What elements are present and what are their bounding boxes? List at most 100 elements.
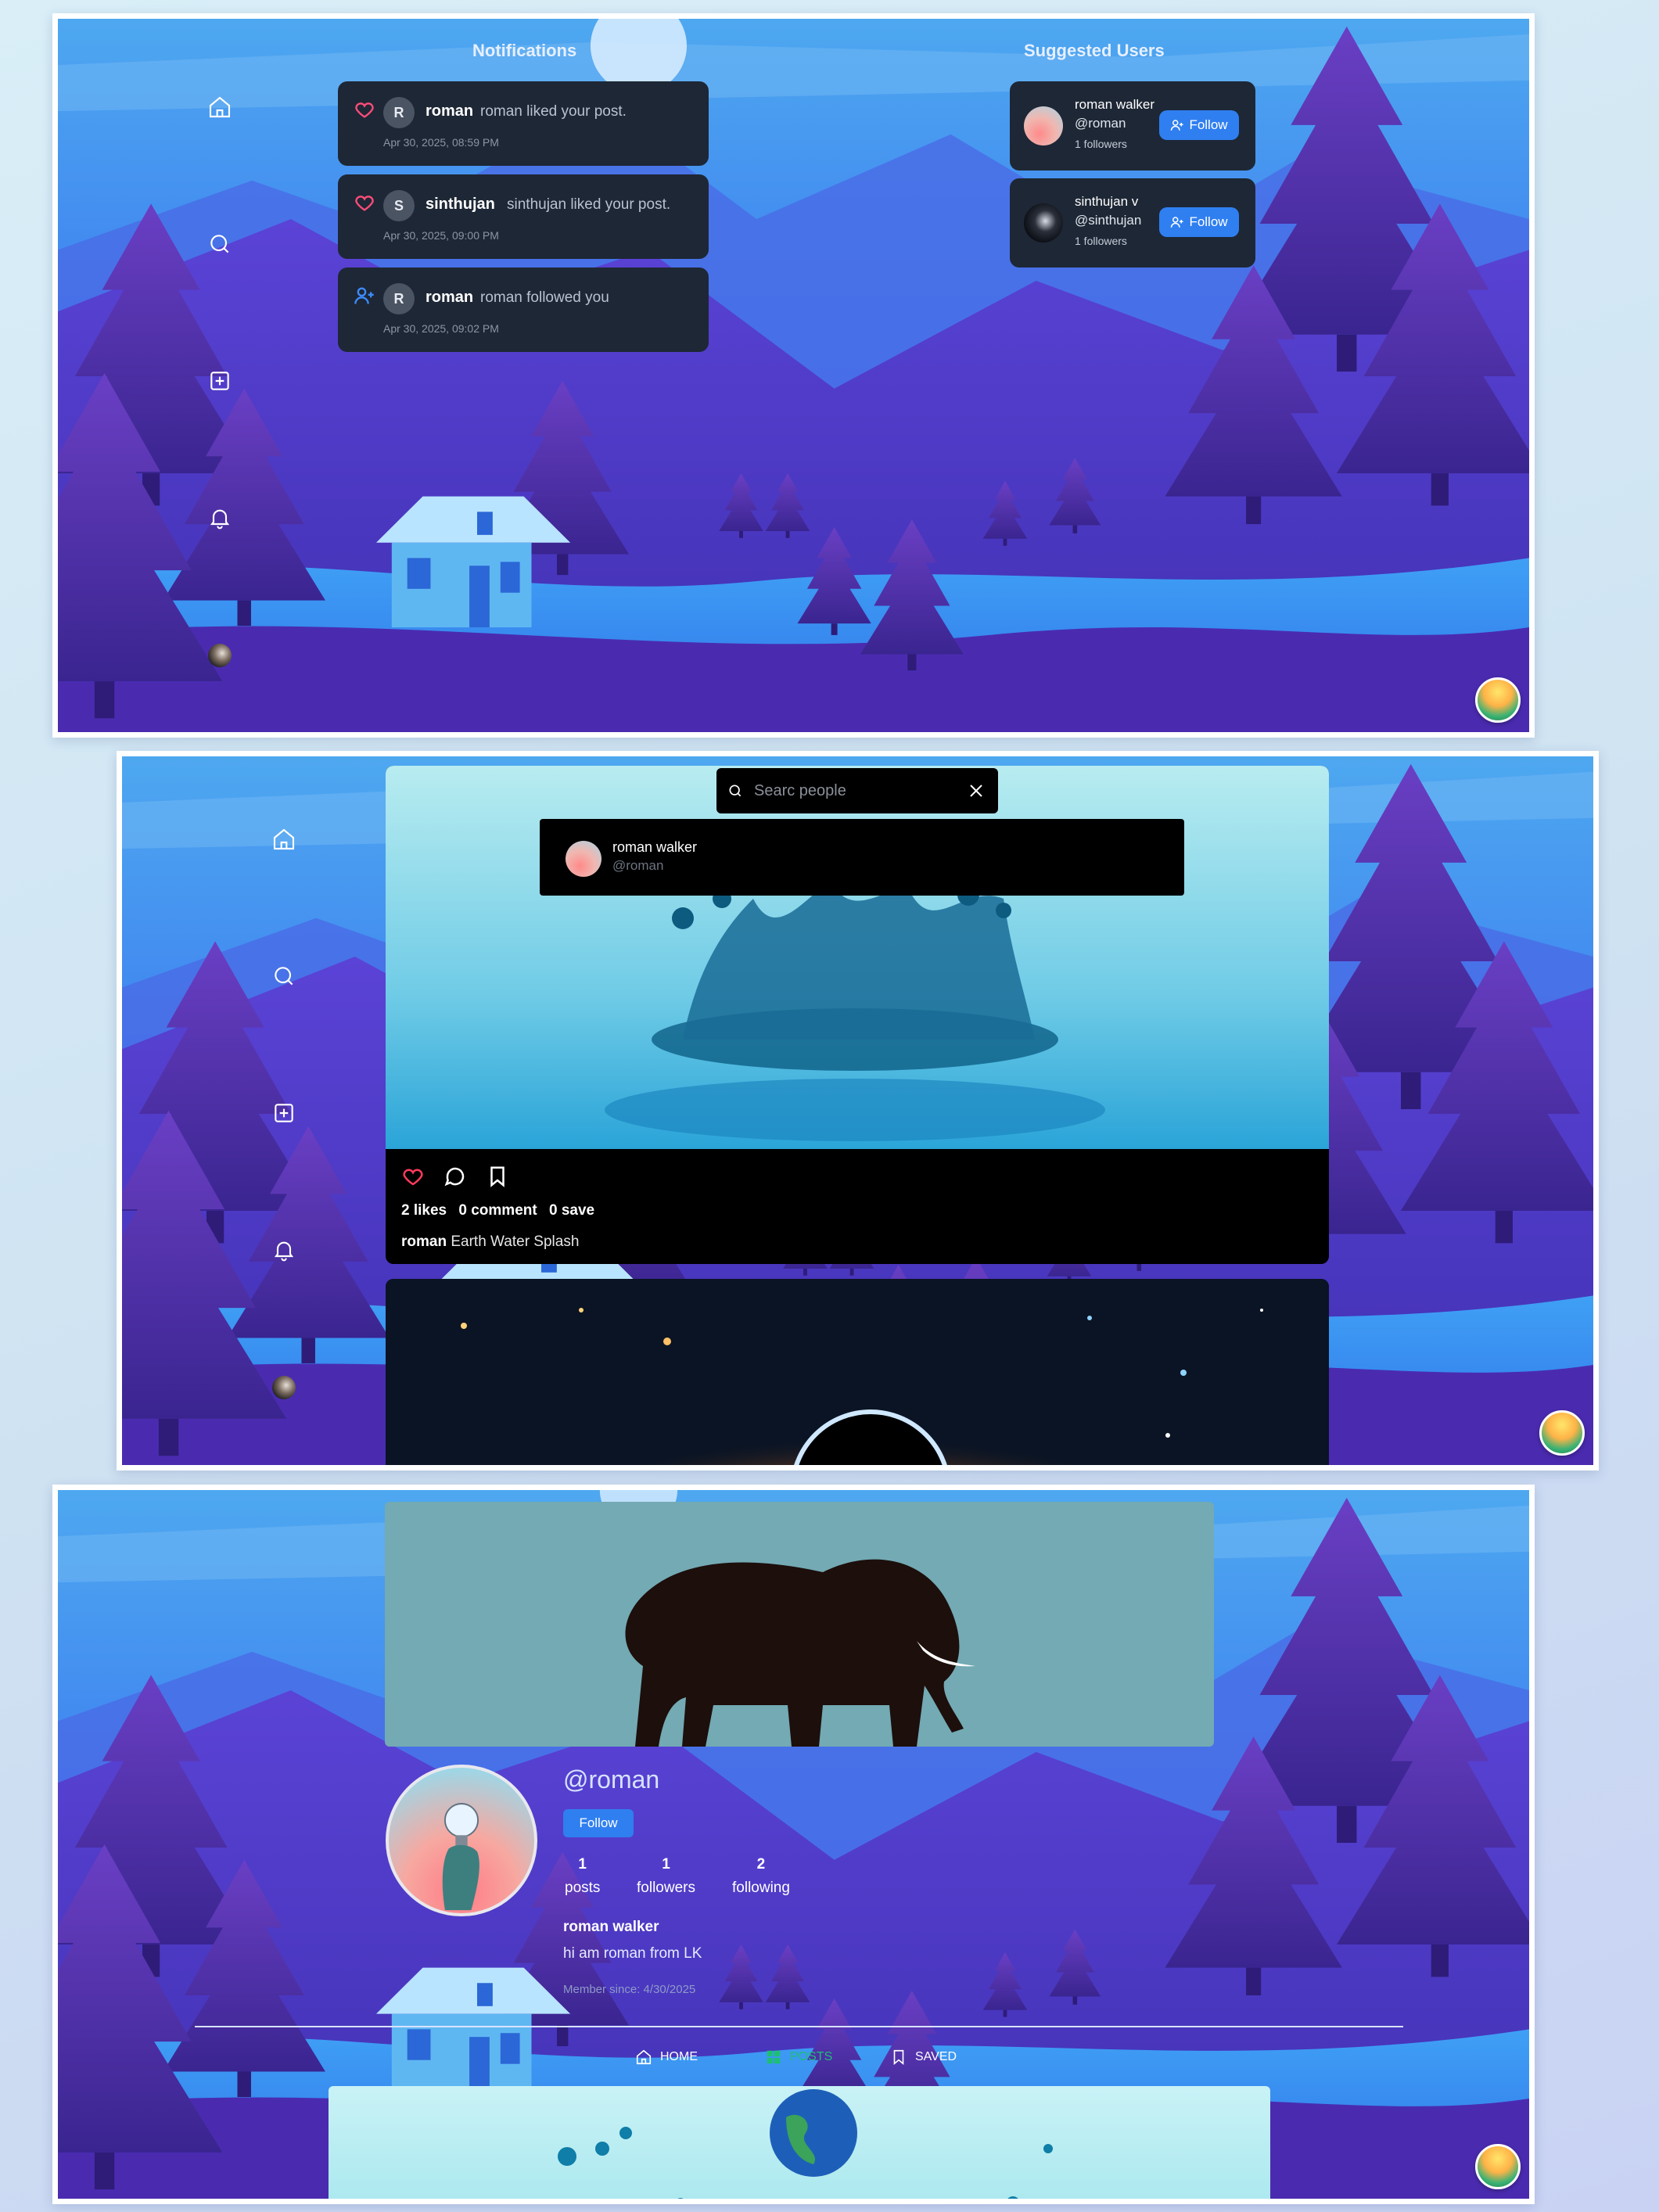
bell-icon[interactable] [271, 1237, 296, 1262]
profile-avatar[interactable] [386, 1765, 537, 1916]
comments-count[interactable]: 0 comment [458, 1202, 537, 1219]
saves-count: 0 save [548, 1202, 595, 1219]
profile-handle: @roman [563, 1765, 660, 1794]
suggested-user-followers: 1 followers [1075, 235, 1127, 247]
create-icon[interactable] [207, 368, 232, 393]
stat-value: 1 [578, 1856, 587, 1873]
notification-text: sinthujan liked your post. [507, 196, 671, 213]
avatar[interactable] [272, 1376, 296, 1399]
heart-icon [354, 99, 375, 120]
suggested-users-title: Suggested Users [1024, 41, 1165, 60]
cover-image [385, 1502, 1214, 1747]
search-bar [716, 768, 998, 813]
avatar: S [383, 190, 415, 221]
suggested-user-handle: @sinthujan [1075, 213, 1142, 228]
notification-text: roman followed you [480, 289, 609, 306]
search-icon[interactable] [207, 232, 232, 257]
avatar: R [383, 283, 415, 314]
avatar: R [383, 97, 415, 128]
profile-screenshot: @roman Follow 1 posts 1 followers 2 foll… [52, 1485, 1535, 2204]
notification-item[interactable]: R roman roman followed you Apr 30, 2025,… [338, 268, 709, 352]
avatar[interactable] [566, 841, 601, 877]
stat-label: posts [565, 1880, 601, 1896]
suggested-user-card: sinthujan v @sinthujan 1 followers Follo… [1010, 178, 1255, 268]
user-plus-icon [1171, 217, 1183, 228]
search-icon[interactable] [271, 964, 296, 989]
tab-label: POSTS [790, 2050, 833, 2063]
home-icon[interactable] [207, 95, 232, 120]
bookmark-icon[interactable] [486, 1165, 509, 1188]
notification-user[interactable]: roman [426, 102, 473, 120]
suggested-user-name[interactable]: roman walker [1075, 97, 1154, 113]
lightbulb-hand-image [442, 1803, 479, 1911]
notification-text: roman liked your post. [480, 103, 627, 120]
follow-button-label: Follow [1189, 214, 1228, 229]
stat-value: 2 [756, 1856, 766, 1873]
notification-time: Apr 30, 2025, 08:59 PM [383, 136, 499, 149]
tab-label: HOME [660, 2050, 698, 2063]
avatar[interactable] [1024, 106, 1063, 145]
tab-home[interactable]: HOME [635, 2049, 698, 2066]
post-author[interactable]: roman [401, 1233, 447, 1250]
notification-item[interactable]: S sinthujan sinthujan liked your post. A… [338, 174, 709, 259]
user-plus-icon [1171, 120, 1183, 131]
tab-posts[interactable]: POSTS [765, 2049, 832, 2066]
home-icon[interactable] [271, 827, 296, 852]
grid-post-thumbnail[interactable] [329, 2086, 1270, 2199]
search-results: roman walker @roman [540, 819, 1184, 896]
app-logo-icon[interactable] [1475, 677, 1521, 723]
post-image[interactable] [386, 1279, 1329, 1470]
stat-followers[interactable]: 1 followers [637, 1856, 695, 1897]
app-logo-icon[interactable] [1475, 2144, 1521, 2189]
profile-name: roman walker [563, 1919, 659, 1935]
notification-user[interactable]: roman [426, 289, 473, 307]
divider [195, 2026, 1403, 2027]
stat-value: 1 [662, 1856, 670, 1873]
result-name[interactable]: roman walker [612, 839, 697, 856]
stat-label: following [732, 1880, 790, 1896]
notification-user[interactable]: sinthujan [426, 196, 495, 214]
post-image [558, 2089, 1053, 2199]
heart-icon[interactable] [401, 1165, 425, 1188]
follow-button-label: Follow [1189, 117, 1228, 132]
follow-button[interactable]: Follow [1159, 207, 1239, 237]
notifications-screenshot: Notifications R roman roman liked your p… [52, 13, 1535, 738]
suggested-user-card: roman walker @roman 1 followers Follow [1010, 81, 1255, 171]
post-stats: 2 likes 0 comment 0 save [401, 1202, 602, 1219]
create-icon[interactable] [271, 1101, 296, 1126]
tab-label: SAVED [915, 2050, 957, 2063]
search-input[interactable] [754, 779, 950, 803]
suggested-user-name[interactable]: sinthujan v [1075, 194, 1138, 210]
post-caption: roman Earth Water Splash [401, 1233, 579, 1251]
follow-button[interactable]: Follow [563, 1809, 634, 1837]
stat-following[interactable]: 2 following [732, 1856, 790, 1897]
heart-icon [354, 192, 375, 214]
avatar[interactable] [208, 644, 232, 667]
landscape-background [58, 19, 1529, 732]
suggested-user-followers: 1 followers [1075, 138, 1127, 150]
close-icon[interactable] [967, 781, 986, 800]
post-actions [401, 1165, 509, 1188]
app-logo-icon[interactable] [1539, 1410, 1585, 1456]
likes-count[interactable]: 2 likes [401, 1202, 447, 1219]
stat-label: followers [637, 1880, 695, 1896]
user-plus-icon [354, 285, 375, 307]
bell-icon[interactable] [207, 505, 232, 530]
grid-icon [767, 2050, 781, 2064]
avatar[interactable] [1024, 203, 1063, 242]
stat-posts[interactable]: 1 posts [565, 1856, 600, 1897]
suggested-user-handle: @roman [1075, 116, 1126, 131]
follow-button[interactable]: Follow [1159, 110, 1239, 140]
notification-item[interactable]: R roman roman liked your post. Apr 30, 2… [338, 81, 709, 166]
feed-screenshot: 2 likes 0 comment 0 save roman Earth Wat… [117, 751, 1599, 1470]
post-card [386, 1279, 1329, 1470]
elephant-image [625, 1559, 975, 1747]
result-handle: @roman [612, 858, 664, 873]
notification-time: Apr 30, 2025, 09:02 PM [383, 322, 499, 335]
comment-icon[interactable] [443, 1165, 467, 1188]
tab-saved[interactable]: SAVED [890, 2049, 957, 2066]
caption-text: Earth Water Splash [451, 1233, 580, 1250]
profile-bio: hi am roman from LK [563, 1945, 702, 1962]
member-since: Member since: 4/30/2025 [563, 1983, 696, 1996]
notification-time: Apr 30, 2025, 09:00 PM [383, 229, 499, 242]
